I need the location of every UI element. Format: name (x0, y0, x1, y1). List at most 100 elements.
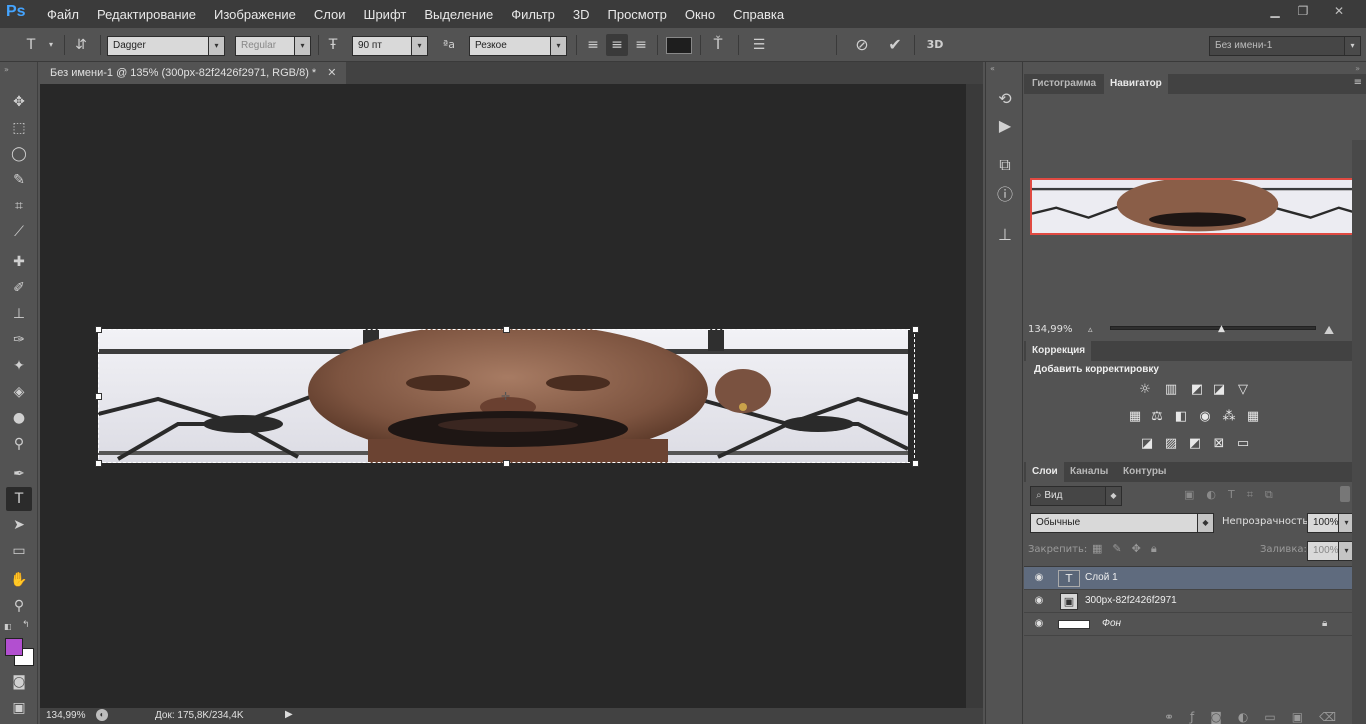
menu-edit[interactable]: Редактирование (88, 7, 205, 22)
layer-filter-icons[interactable]: ▣◐T⌗⧉ (1184, 488, 1285, 502)
path-selection-tool-icon[interactable]: ➤ (6, 513, 32, 537)
visibility-eye-icon[interactable]: ◉ (1032, 572, 1046, 584)
lock-icons[interactable]: ▦✎✥🔒︎ (1092, 542, 1167, 556)
menu-help[interactable]: Справка (724, 7, 793, 22)
color-lookup-icon[interactable]: ▦ (1244, 408, 1262, 426)
chevron-down-icon[interactable]: ▾ (40, 34, 62, 56)
status-zoom[interactable]: 134,99% (46, 710, 85, 721)
menu-type[interactable]: Шрифт (355, 7, 416, 22)
font-style-select[interactable]: Regular ▾ (235, 36, 311, 56)
align-center-icon[interactable]: ≡ (606, 34, 628, 56)
close-tab-icon[interactable]: ✕ (327, 67, 336, 79)
quick-mask-icon[interactable]: ◙ (6, 670, 32, 694)
font-family-select[interactable]: Dagger ▾ (107, 36, 225, 56)
document-tab[interactable]: Без имени-1 @ 135% (300px-82f2426f2971, … (40, 62, 347, 84)
menu-window[interactable]: Окно (676, 7, 724, 22)
pen-tool-icon[interactable]: ✒ (6, 462, 32, 486)
brush-tool-icon[interactable]: ✐ (6, 276, 32, 300)
filter-toggle[interactable] (1340, 486, 1350, 502)
tab-channels[interactable]: Каналы (1064, 462, 1114, 482)
menu-view[interactable]: Просмотр (599, 7, 676, 22)
photo-filter-icon[interactable]: ◉ (1196, 408, 1214, 426)
transform-handle[interactable] (912, 393, 919, 400)
layer-name[interactable]: Слой 1 (1085, 572, 1118, 583)
brightness-contrast-icon[interactable]: ☼ (1136, 381, 1154, 399)
type-tool-preset-icon[interactable]: T (20, 34, 42, 56)
layer-name[interactable]: 300px-82f2426f2971 (1085, 595, 1177, 606)
blend-mode-select[interactable]: Обычные ◆ (1030, 513, 1214, 533)
threshold-icon[interactable]: ◩ (1186, 435, 1204, 453)
transform-handle[interactable] (95, 460, 102, 467)
color-balance-icon[interactable]: ⚖ (1148, 408, 1166, 426)
3d-icon[interactable]: ⧉ (994, 154, 1016, 176)
align-left-icon[interactable]: ≡ (582, 34, 604, 56)
zoom-in-icon[interactable]: ⛰ (1324, 323, 1334, 338)
vibrance-icon[interactable]: ▽ (1234, 381, 1252, 399)
selective-color-icon[interactable]: ⊠ (1210, 435, 1228, 453)
menu-layers[interactable]: Слои (305, 7, 355, 22)
history-icon[interactable]: ⟲ (994, 88, 1016, 110)
zoom-tool-icon[interactable]: ⚲ (6, 594, 32, 618)
menu-filter[interactable]: Фильтр (502, 7, 564, 22)
layer-row[interactable]: ◉ Фон 🔒︎ (1024, 613, 1352, 636)
menu-file[interactable]: Файл (38, 7, 88, 22)
text-orientation-icon[interactable]: ⇵ (70, 34, 92, 56)
channel-mixer-icon[interactable]: ⁂ (1220, 408, 1238, 426)
navigator-zoom-value[interactable]: 134,99% (1028, 324, 1073, 335)
transform-handle[interactable] (912, 460, 919, 467)
info-icon[interactable]: ⓘ (994, 184, 1016, 206)
commit-check-icon[interactable]: ✔ (884, 34, 906, 56)
transform-handle[interactable] (503, 326, 510, 333)
layer-name[interactable]: Фон (1102, 618, 1121, 629)
transform-handle[interactable] (95, 393, 102, 400)
cancel-icon[interactable]: ⊘ (851, 34, 873, 56)
3d-button[interactable]: 3D (924, 34, 946, 56)
close-icon[interactable]: ✕ (1326, 2, 1352, 20)
menu-image[interactable]: Изображение (205, 7, 305, 22)
foreground-color-swatch[interactable] (5, 638, 23, 656)
move-tool-icon[interactable]: ✥ (6, 90, 32, 114)
invert-icon[interactable]: ◪ (1138, 435, 1156, 453)
screen-mode-icon[interactable]: ▣ (6, 696, 32, 720)
marquee-tool-icon[interactable]: ⬚ (6, 116, 32, 140)
panel-menu-icon[interactable]: ≡ (1354, 77, 1362, 88)
status-info-icon[interactable]: ◐ (96, 709, 108, 721)
rectangle-tool-icon[interactable]: ▭ (6, 539, 32, 563)
actions-play-icon[interactable]: ▶ (994, 115, 1016, 137)
status-menu-arrow-icon[interactable]: ▶ (285, 709, 293, 720)
crop-tool-icon[interactable]: ⌗ (6, 194, 32, 218)
layer-row[interactable]: ◉ T Слой 1 (1024, 567, 1352, 590)
clone-stamp-tool-icon[interactable]: ⊥ (6, 302, 32, 326)
font-size-select[interactable]: 90 пт ▾ (352, 36, 428, 56)
blur-tool-icon[interactable]: ● (6, 406, 32, 430)
black-white-icon[interactable]: ◧ (1172, 408, 1190, 426)
character-panel-icon[interactable]: ☰ (748, 34, 770, 56)
zoom-slider[interactable] (1110, 326, 1316, 330)
align-right-icon[interactable]: ≡ (630, 34, 652, 56)
lasso-tool-icon[interactable]: ◯ (6, 142, 32, 166)
dodge-tool-icon[interactable]: ⚲ (6, 432, 32, 456)
tab-correction[interactable]: Коррекция (1026, 341, 1092, 361)
curves-icon[interactable]: ◩ (1188, 381, 1206, 399)
default-colors-icon[interactable]: ◧ (4, 622, 14, 632)
transform-handle[interactable] (95, 326, 102, 333)
paint-bucket-tool-icon[interactable]: ◈ (6, 380, 32, 404)
layer-row[interactable]: ◉ ▣ 300px-82f2426f2971 (1024, 590, 1352, 613)
hue-saturation-icon[interactable]: ▦ (1126, 408, 1144, 426)
zoom-out-icon[interactable]: ▵ (1088, 325, 1093, 335)
fill-input[interactable]: 100% ▾ (1307, 541, 1355, 561)
transform-handle[interactable] (912, 326, 919, 333)
collapse-icon[interactable]: » (4, 65, 9, 74)
tab-histogram[interactable]: Гистограмма (1026, 74, 1102, 94)
layer-filter-select[interactable]: ⌕ Вид ◆ (1030, 486, 1122, 506)
menu-3d[interactable]: 3D (564, 7, 599, 22)
antialias-select[interactable]: Резкое ▾ (469, 36, 567, 56)
collapse-icon[interactable]: » (1024, 64, 1366, 74)
history-brush-tool-icon[interactable]: ✑ (6, 328, 32, 352)
type-tool-icon[interactable]: T (6, 487, 32, 511)
vertical-scrollbar[interactable] (966, 84, 983, 708)
collapse-icon[interactable]: « (990, 64, 995, 73)
text-color-swatch[interactable] (666, 37, 692, 54)
navigator-thumbnail[interactable] (1030, 178, 1361, 235)
minimize-icon[interactable]: ▁ (1262, 2, 1288, 20)
